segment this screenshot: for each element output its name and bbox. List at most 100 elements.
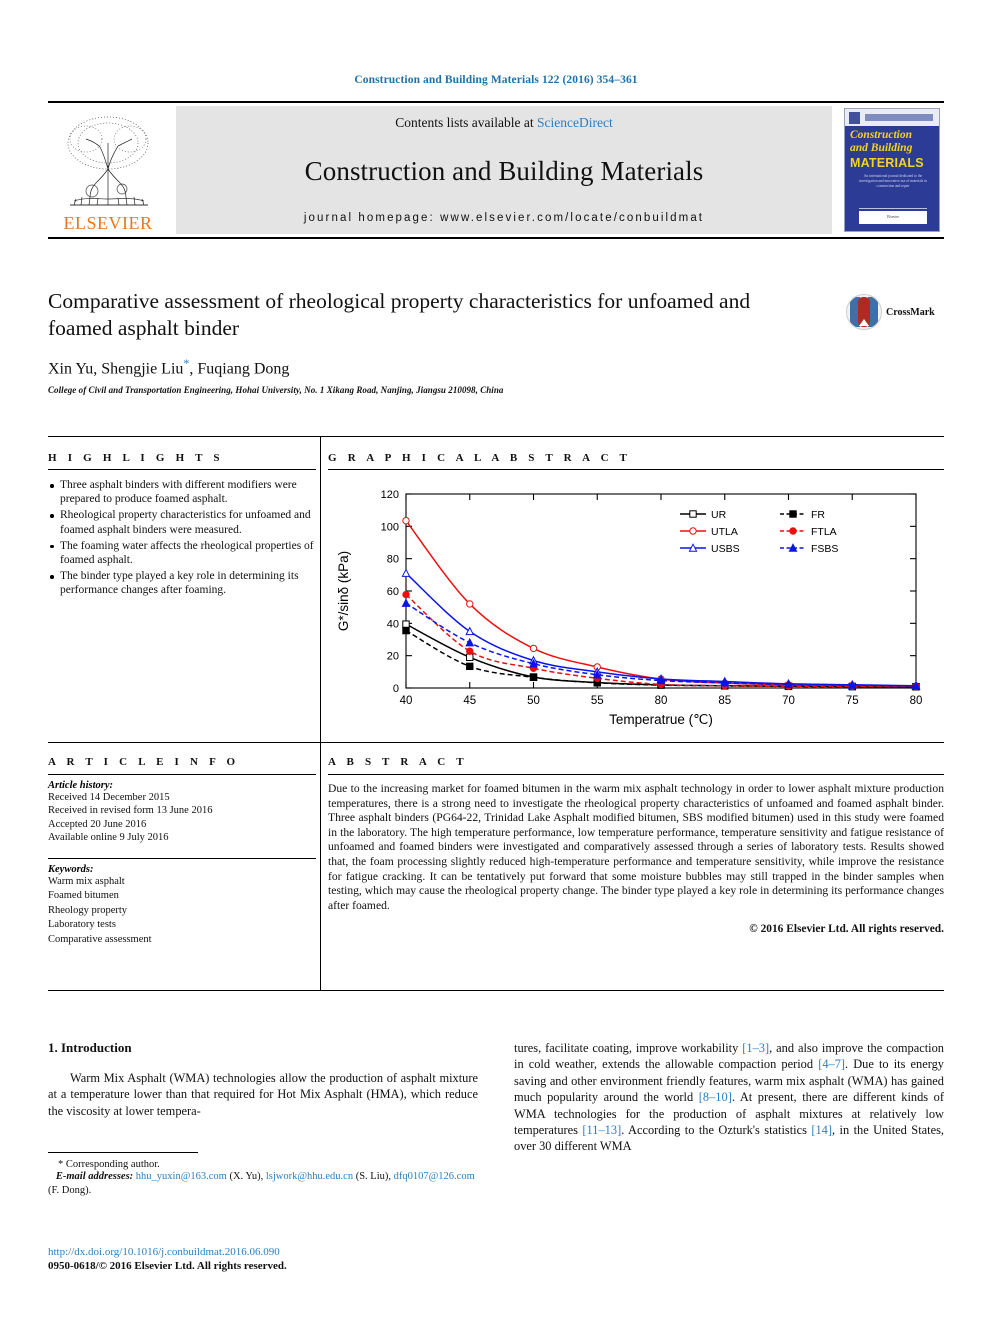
abstract-section: A B S T R A C T Due to the increasing ma… bbox=[328, 756, 944, 935]
section-heading-introduction: 1. Introduction bbox=[48, 1040, 132, 1055]
cover-divider bbox=[859, 208, 927, 209]
list-item: The foaming water affects the rheologica… bbox=[48, 539, 316, 567]
chart-y-tick-label: 40 bbox=[387, 618, 399, 630]
chart-data-point bbox=[529, 673, 538, 682]
article-info-heading: A R T I C L E I N F O bbox=[48, 756, 240, 768]
chart-data-point bbox=[529, 644, 538, 653]
chart-data-point bbox=[402, 626, 410, 635]
reference-link[interactable]: [8–10] bbox=[699, 1090, 732, 1104]
article-info-rule bbox=[48, 774, 316, 775]
chart-y-tick-label: 80 bbox=[387, 554, 399, 566]
chart-x-tick-label: 70 bbox=[782, 695, 795, 707]
chart-data-point bbox=[689, 510, 697, 518]
chart-series-line bbox=[405, 593, 917, 688]
cover-logo-square bbox=[849, 112, 860, 124]
graphical-abstract-heading: G R A P H I C A L A B S T R A C T bbox=[328, 452, 632, 464]
chart-legend-item-UR: UR bbox=[680, 509, 727, 521]
graphical-abstract-section: G R A P H I C A L A B S T R A C T 0 20 40 6… bbox=[328, 452, 944, 730]
reference-link[interactable]: [1–3] bbox=[742, 1041, 769, 1055]
reference-link[interactable]: [4–7] bbox=[818, 1057, 845, 1071]
chart-data-point bbox=[401, 568, 411, 577]
chart-data-point bbox=[789, 527, 797, 535]
doi-link[interactable]: http://dx.doi.org/10.1016/j.conbuildmat.… bbox=[48, 1246, 478, 1258]
chart-legend-item-FR: FR bbox=[780, 509, 825, 521]
chart-legend-label: UTLA bbox=[711, 526, 738, 538]
graphical-abstract-chart: 0 20 40 60 80 100 120 40 45 50 55 80 85 70 75 80 Tempera… bbox=[328, 480, 944, 730]
masthead-bottom-rule bbox=[48, 237, 944, 239]
footnote-rule bbox=[48, 1152, 198, 1153]
chart-data-point bbox=[789, 510, 797, 518]
chart-legend-item-FSBS: FSBS bbox=[780, 543, 838, 555]
keyword-item: Foamed bitumen bbox=[48, 890, 119, 902]
email-link[interactable]: lsjwork@hhu.edu.cn bbox=[266, 1171, 353, 1182]
reference-link[interactable]: [11–13] bbox=[582, 1123, 621, 1137]
elsevier-tree-icon bbox=[67, 116, 149, 206]
contents-prefix: Contents lists available at bbox=[395, 115, 537, 130]
chart-legend-label: UR bbox=[711, 509, 727, 521]
crossmark-icon bbox=[846, 294, 882, 330]
email-person: (S. Liu), bbox=[353, 1171, 394, 1182]
abstract-text: Due to the increasing market for foamed … bbox=[328, 782, 944, 912]
sciencedirect-link[interactable]: ScienceDirect bbox=[537, 115, 613, 130]
chart-data-point bbox=[402, 620, 410, 628]
chart-y-axis-label: G*/sinδ (kPa) bbox=[336, 551, 351, 631]
highlights-rule bbox=[48, 469, 316, 470]
cover-title-line1: Construction and Building bbox=[850, 129, 936, 154]
footnote-block: * Corresponding author. E-mail addresses… bbox=[48, 1152, 478, 1197]
body-column-left: 1. Introduction Warm Mix Asphalt (WMA) t… bbox=[48, 1040, 478, 1119]
keywords-label: Keywords: bbox=[48, 863, 94, 875]
chart-legend-label: FR bbox=[811, 509, 825, 521]
chart-x-tick-label: 75 bbox=[846, 695, 859, 707]
chart-data-point bbox=[401, 598, 411, 607]
chart-x-tick-label: 40 bbox=[400, 695, 413, 707]
keyword-item: Comparative assessment bbox=[48, 934, 152, 945]
cover-line2: and Building bbox=[850, 141, 913, 154]
paper-page: Construction and Building Materials 122 … bbox=[0, 0, 992, 1323]
chart-data-point bbox=[402, 516, 410, 525]
abstract-bottom-rule bbox=[48, 990, 944, 991]
affiliation: College of Civil and Transportation Engi… bbox=[48, 385, 504, 396]
chart-series-USBS bbox=[401, 568, 921, 690]
abstract-heading: A B S T R A C T bbox=[328, 756, 468, 768]
journal-homepage-link[interactable]: journal homepage: www.elsevier.com/locat… bbox=[304, 212, 704, 224]
elsevier-wordmark: ELSEVIER bbox=[63, 213, 153, 233]
chart-data-point bbox=[466, 600, 474, 608]
chart-y-tick-label: 60 bbox=[387, 586, 399, 598]
article-history-item: Accepted 20 June 2016 bbox=[48, 818, 147, 830]
masthead-top-rule bbox=[48, 101, 944, 103]
chart-x-tick-label: 45 bbox=[463, 695, 476, 707]
doi-block: http://dx.doi.org/10.1016/j.conbuildmat.… bbox=[48, 1246, 478, 1272]
chart-x-tick-label: 80 bbox=[655, 695, 668, 707]
highlights-heading: H I G H L I G H T S bbox=[48, 452, 224, 464]
crossmark-badge[interactable]: CrossMark bbox=[846, 292, 944, 332]
chart-x-tick-label: 50 bbox=[527, 695, 540, 707]
graphical-abstract-rule bbox=[328, 469, 944, 470]
title-block: Comparative assessment of rheological pr… bbox=[48, 288, 944, 395]
list-item: Three asphalt binders with different mod… bbox=[48, 478, 316, 506]
chart-data-point bbox=[466, 647, 474, 655]
chart-svg: 0 20 40 60 80 100 120 40 45 50 55 80 85 70 75 80 Tempera… bbox=[336, 489, 922, 727]
email-link[interactable]: hhu_yuxin@163.com bbox=[136, 1171, 227, 1182]
corresponding-author-note: * Corresponding author. bbox=[58, 1159, 160, 1170]
chart-data-point bbox=[465, 626, 475, 636]
cover-line1: Construction bbox=[850, 129, 912, 141]
reference-link[interactable]: [14] bbox=[811, 1123, 832, 1137]
chart-y-tick-label: 0 bbox=[393, 683, 399, 695]
keyword-item: Rheology property bbox=[48, 904, 128, 916]
email-link[interactable]: dfq0107@126.com bbox=[394, 1171, 475, 1182]
journal-title: Construction and Building Materials bbox=[304, 156, 704, 186]
chart-plot-frame bbox=[405, 493, 917, 689]
intro-paragraph-right: tures, facilitate coating, improve worka… bbox=[514, 1041, 945, 1154]
journal-cover: Construction and Building MATERIALS An i… bbox=[840, 106, 944, 234]
email-label: E-mail addresses: bbox=[55, 1171, 136, 1182]
email-person: (X. Yu), bbox=[226, 1171, 266, 1182]
authors-tail: , Fuqiang Dong bbox=[189, 360, 290, 378]
abstract-column-divider bbox=[320, 742, 321, 990]
cover-title-line3: MATERIALS bbox=[850, 156, 924, 170]
highlights-section: H I G H L I G H T S Three asphalt binder… bbox=[48, 452, 316, 600]
chart-legend-item-FTLA: FTLA bbox=[780, 526, 837, 538]
article-history-item: Available online 9 July 2016 bbox=[48, 832, 169, 844]
info-top-rule bbox=[48, 436, 944, 437]
email-addresses-line: E-mail addresses: hhu_yuxin@163.com (X. … bbox=[48, 1170, 478, 1197]
author-list: Xin Yu, Shengjie Liu*, Fuqiang Dong bbox=[48, 356, 944, 378]
